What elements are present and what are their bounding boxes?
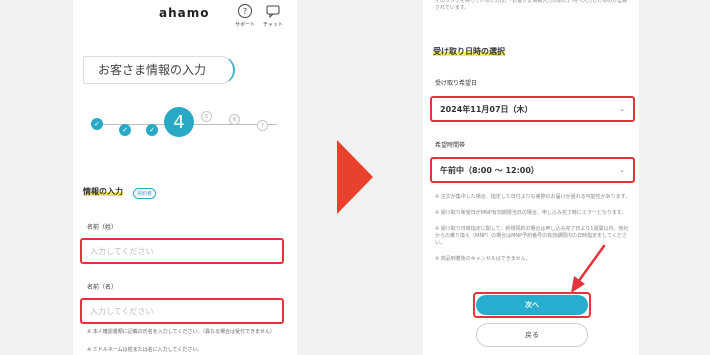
step-5: 5 (201, 111, 212, 122)
next-button-label: 次へ (476, 295, 588, 315)
name-note: ※ 本人確認書類に記載の氏名を入力してください。（異なる場合は受付できません） (87, 329, 275, 335)
chat-button[interactable]: チャット (259, 3, 287, 28)
middle-name-note: ※ ミドルネームは姓または名に入力してください。 (87, 347, 203, 353)
step-6: 6 (229, 114, 240, 125)
date-label: 受け取り希望日 (435, 80, 478, 87)
last-name-label: 名前（姓） (87, 224, 118, 231)
step-2-done: ✓ (119, 124, 131, 136)
delivery-note-2: ※ 受け取り希望日がMNP有効期限当日の場合、申し込み完了時にエラーとなります。 (435, 210, 627, 216)
svg-text:?: ? (243, 7, 247, 16)
delivery-time-select[interactable]: 午前中（8:00 〜 12:00） ⌄ (430, 157, 635, 183)
chat-label: チャット (263, 22, 283, 28)
delivery-note-4: ※ 商品到着後のキャンセルはできません。 (435, 256, 531, 262)
support-button[interactable]: ? サポート (231, 3, 259, 28)
step-3-done: ✓ (146, 124, 158, 136)
chat-icon (266, 5, 280, 19)
delivery-note-1: ※ 注文が集中した場合、指定した日付よりも実際のお届けが遅れる可能性があります。 (435, 194, 631, 200)
page-title: お客さま情報の入力 (83, 56, 235, 84)
left-screen: ahamo ? サポート チャット お客さま情報の入力 ✓ ✓ ✓ 4 5 6 … (73, 0, 297, 355)
next-button[interactable]: 次へ (473, 292, 591, 318)
chevron-down-icon: ⌄ (619, 166, 625, 174)
time-label: 希望時間帯 (435, 142, 466, 149)
delivery-date-value: 2024年11月07日（木） (440, 104, 533, 114)
transition-arrow-icon (337, 140, 373, 214)
step-progress: ✓ ✓ ✓ 4 5 6 ? (89, 104, 279, 144)
delivery-note-3: ※ 受け取り日時指定に関して、新規契約の場合は申し込み完了日より1週間以内、他社… (435, 226, 629, 246)
first-name-label: 名前（名） (87, 284, 118, 291)
help-icon: ? (238, 4, 252, 18)
step-final: ? (257, 120, 268, 131)
delivery-section-title: 受け取り日時の選択 (433, 47, 505, 56)
step-1-done: ✓ (91, 118, 103, 130)
first-name-input[interactable] (80, 298, 284, 324)
delivery-date-select[interactable]: 2024年11月07日（木） ⌄ (430, 96, 635, 122)
ahamo-logo: ahamo (159, 6, 210, 20)
top-note: そのリンクを持っていない方は、「お客さま情報入力の前に」内へ入力したものが登録さ… (435, 0, 628, 11)
chevron-down-icon: ⌄ (619, 105, 625, 113)
step-current: 4 (164, 107, 194, 137)
contractor-badge: 契約者 (133, 188, 157, 199)
last-name-input[interactable] (80, 238, 284, 264)
right-screen: そのリンクを持っていない方は、「お客さま情報入力の前に」内へ入力したものが登録さ… (423, 0, 639, 355)
back-button[interactable]: 戻る (476, 323, 588, 347)
section-title: 情報の入力 (83, 187, 123, 196)
support-label: サポート (234, 22, 255, 28)
delivery-time-value: 午前中（8:00 〜 12:00） (440, 165, 539, 175)
